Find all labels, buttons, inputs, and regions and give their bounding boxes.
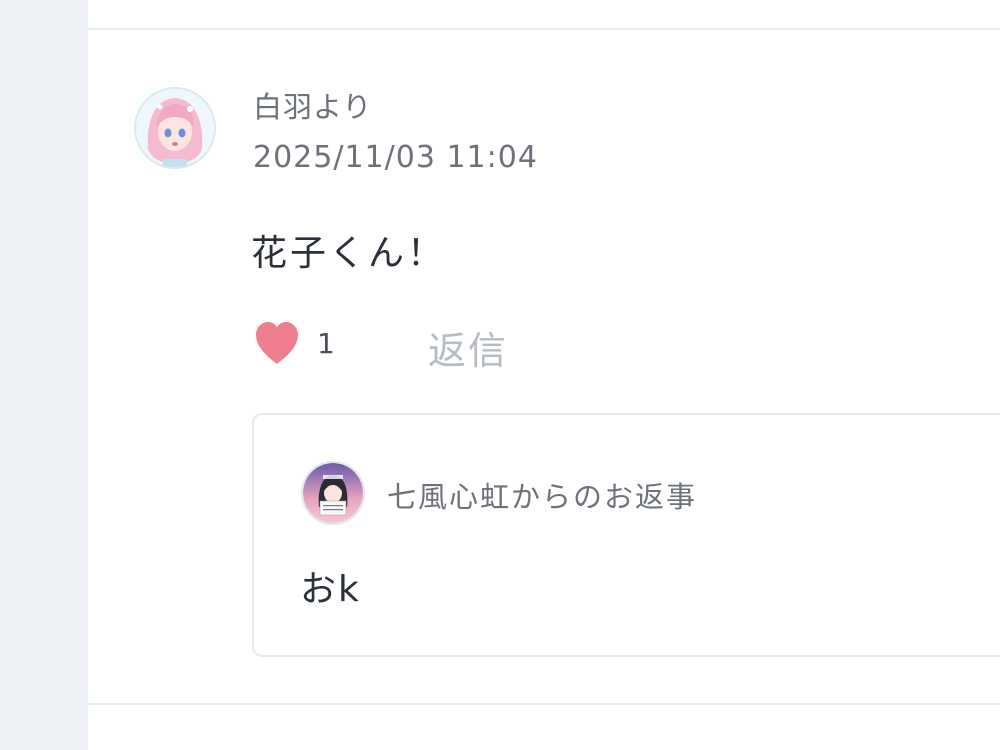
divider [88, 703, 1000, 705]
replier-avatar[interactable] [301, 461, 365, 525]
reply-title: 七風心虹からのお返事 [387, 480, 698, 514]
sidebar-strip [0, 0, 88, 750]
comment-timestamp: 2025/11/03 11:04 [253, 140, 538, 175]
like-button[interactable]: 1 [253, 318, 335, 368]
divider [88, 28, 1000, 30]
reply-card [252, 413, 1000, 657]
reply-text: おk [300, 569, 361, 610]
commenter-name: 白羽より [253, 90, 373, 124]
anime-girl-dark-hair-avatar-icon [303, 463, 363, 523]
heart-icon [256, 322, 298, 364]
anime-girl-pink-hair-avatar-icon [136, 89, 214, 167]
like-count: 1 [317, 326, 335, 360]
commenter-avatar[interactable] [134, 87, 216, 169]
comment-text: 花子くん！ [251, 233, 447, 274]
reply-button[interactable]: 返信 [428, 320, 508, 375]
